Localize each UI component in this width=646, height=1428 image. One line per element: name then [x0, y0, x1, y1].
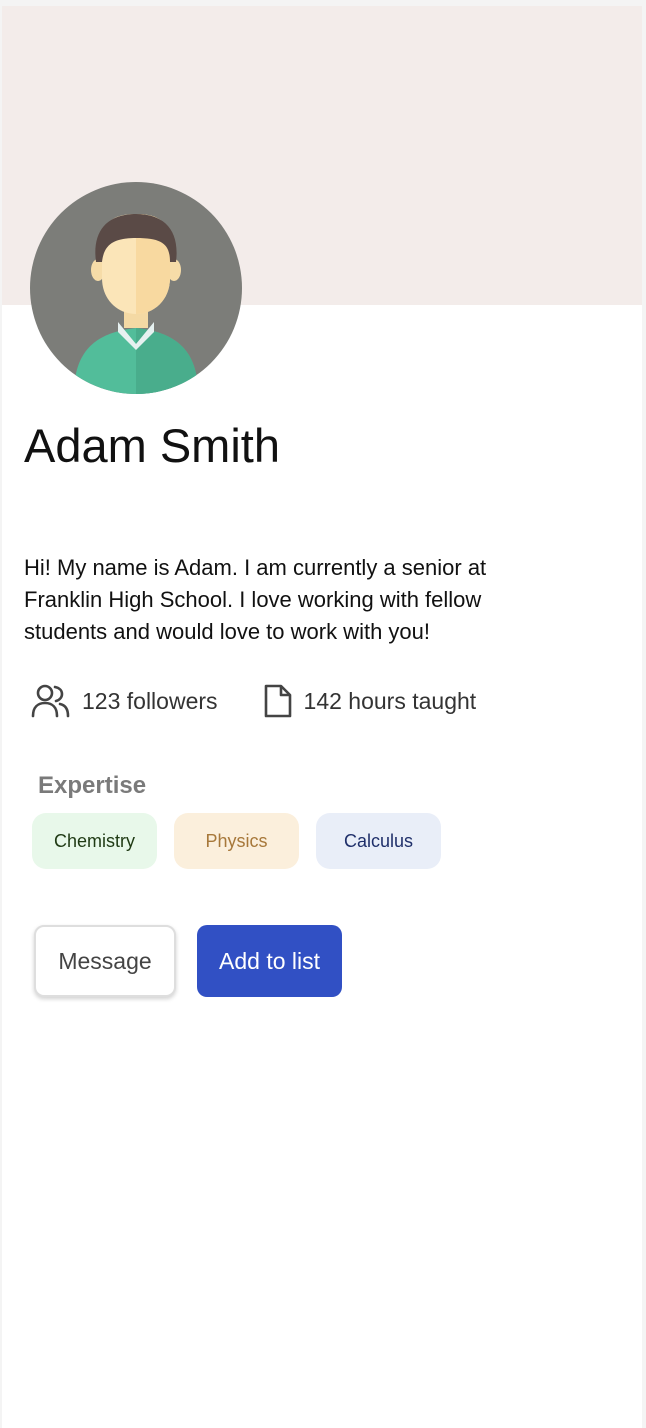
- tag-calculus[interactable]: Calculus: [316, 813, 441, 869]
- expertise-heading: Expertise: [38, 772, 147, 799]
- profile-bio: Hi! My name is Adam. I am currently a se…: [24, 555, 487, 644]
- followers-stat: 123 followers: [30, 683, 218, 719]
- tag-physics[interactable]: Physics: [174, 813, 299, 869]
- profile-stats: 123 followers 142 hours taught: [30, 682, 476, 720]
- avatar: [30, 182, 242, 394]
- document-icon: [264, 684, 291, 718]
- tag-chemistry[interactable]: Chemistry: [32, 813, 157, 869]
- profile-card: Adam Smith Hi! My name is Adam. I am cur…: [2, 6, 642, 1428]
- profile-name: Adam Smith: [24, 419, 280, 472]
- profile-actions: Message Add to list: [34, 925, 342, 997]
- add-to-list-button[interactable]: Add to list: [197, 925, 342, 997]
- expertise-tags: Chemistry Physics Calculus: [32, 813, 441, 869]
- person-avatar-icon: [30, 182, 242, 394]
- users-icon: [31, 684, 70, 718]
- message-button[interactable]: Message: [34, 925, 176, 997]
- hours-count: 142 hours taught: [303, 687, 477, 714]
- followers-count: 123 followers: [82, 687, 218, 714]
- hours-stat: 142 hours taught: [262, 682, 477, 720]
